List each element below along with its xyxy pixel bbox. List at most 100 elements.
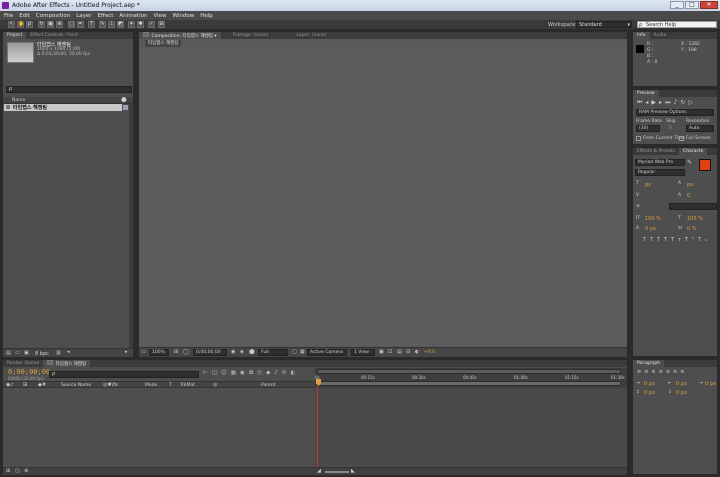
small-caps-icon[interactable]: Tᴛ (671, 237, 685, 243)
space-after-value[interactable]: 0 px (676, 390, 687, 396)
menu-help[interactable]: Help (200, 13, 213, 19)
tab-character[interactable]: Characte (679, 148, 708, 155)
faux-bold-icon[interactable]: T (643, 237, 650, 243)
tab-paragraph[interactable]: Paragraph (633, 360, 665, 367)
camera-dropdown[interactable]: Active Camera (307, 349, 347, 356)
pen-tool-icon[interactable]: ✒ (77, 21, 84, 28)
leading-value[interactable]: px (687, 182, 693, 188)
interpret-footage-icon[interactable]: ▤ (6, 350, 11, 356)
tab-project[interactable]: Project (3, 32, 27, 39)
hand-tool-icon[interactable]: ✋ (17, 21, 24, 28)
ram-preview-options-dropdown[interactable]: RAM Preview Options (636, 109, 714, 116)
pan-behind-tool-icon[interactable]: ⊕ (56, 21, 63, 28)
time-navigator-bar[interactable] (317, 381, 621, 386)
label-column-icon[interactable]: ⬤ (121, 97, 127, 103)
align-right-icon[interactable]: ≡ (651, 369, 658, 375)
tab-effect-controls[interactable]: Effect Controls: Front (26, 32, 81, 39)
column-parent[interactable]: Parent (261, 383, 275, 388)
menu-effect[interactable]: Effect (98, 13, 114, 19)
superscript-icon[interactable]: T¹ (685, 237, 698, 243)
ram-preview-icon[interactable]: ▷ (688, 99, 696, 106)
first-line-indent-value[interactable]: 0 px (705, 381, 716, 387)
stroke-type-dropdown[interactable] (669, 203, 717, 210)
vertical-scale-value[interactable]: 100 % (645, 216, 661, 222)
resolution-dropdown[interactable]: Auto (686, 125, 714, 132)
frame-blending-icon[interactable]: ▦ (231, 370, 240, 376)
skip-value[interactable]: 0 (669, 126, 672, 131)
eyedropper-icon[interactable]: ✎ (687, 159, 692, 166)
lock-column-icon[interactable]: ⊞ (23, 382, 27, 388)
transparency-grid-icon[interactable]: ▦ (300, 349, 305, 355)
label-color-swatch[interactable] (123, 105, 128, 110)
trash-icon[interactable]: ▥ (56, 350, 61, 356)
horizontal-scale-value[interactable]: 100 % (687, 216, 703, 222)
grid-icon[interactable]: ⊞ (174, 349, 178, 355)
maximize-button[interactable]: □ (685, 1, 699, 9)
always-preview-icon[interactable]: ▭ (141, 349, 146, 355)
column-t[interactable]: T (169, 383, 172, 388)
menu-edit[interactable]: Edit (19, 13, 30, 19)
project-scrollbar[interactable] (129, 104, 133, 354)
minimize-button[interactable]: _ (670, 1, 684, 9)
column-source-name[interactable]: Source Name (61, 383, 91, 388)
resolution-dropdown[interactable]: Full (258, 349, 288, 356)
scroll-right-icon[interactable]: ▸ (125, 349, 128, 355)
live-update-icon[interactable]: ⟳ (282, 370, 291, 376)
all-caps-icon[interactable]: TT (657, 237, 671, 243)
project-item-row[interactable]: 타임랩스 해켕팀 (4, 104, 122, 111)
puppet-tool-icon[interactable]: ✱ (137, 21, 144, 28)
reset-exposure-icon[interactable]: ◐ (415, 349, 419, 355)
justify-all-icon[interactable]: ≡ (680, 369, 687, 375)
expand-icon[interactable]: ⊕ (24, 468, 28, 474)
tab-timeline-comp[interactable]: 타임랩스 해켕팀 (43, 360, 91, 367)
tab-layer[interactable]: Layer: (none) (292, 32, 330, 39)
search-help-input[interactable]: ρ Search Help (637, 21, 717, 28)
selection-tool-icon[interactable]: ↖ (8, 21, 15, 28)
new-folder-icon[interactable]: ▭ (15, 350, 20, 356)
from-current-time-checkbox[interactable] (636, 136, 641, 141)
menu-file[interactable]: File (4, 13, 13, 19)
menu-view[interactable]: View (153, 13, 166, 19)
graph-editor-icon[interactable]: ◴ (257, 370, 266, 376)
composition-subtab[interactable]: 타임랩스 해켕팀 (145, 40, 182, 47)
zoom-slider[interactable] (325, 471, 349, 473)
zoom-out-icon[interactable]: ◢ (317, 468, 321, 474)
menu-composition[interactable]: Composition (36, 13, 70, 19)
baseline-shift-value[interactable]: 0 px (645, 226, 656, 232)
timeline-track-area[interactable] (315, 388, 627, 468)
toggle-modes-icon[interactable]: ◫ (15, 468, 20, 474)
full-screen-checkbox[interactable] (679, 136, 684, 141)
label-column-icon[interactable]: ◆# (38, 382, 46, 388)
tab-info[interactable]: Info (633, 32, 650, 39)
bpc-label[interactable]: 8 bpc (35, 351, 49, 357)
av-features-icon[interactable]: ◉♪ (6, 382, 14, 388)
faux-italic-icon[interactable]: T (650, 237, 657, 243)
exposure-value[interactable]: +0.0 (424, 350, 435, 355)
font-size-value[interactable]: px (645, 182, 651, 188)
frame-rate-dropdown[interactable]: (30) (636, 125, 660, 132)
font-family-dropdown[interactable]: Myriad Web Pro (635, 159, 685, 166)
snapshot-icon[interactable]: ◉ (231, 349, 235, 355)
close-button[interactable]: ✕ (700, 1, 718, 9)
switches-column-icon[interactable]: ◎✱\fx (103, 382, 118, 388)
scroll-left-icon[interactable]: ◂ (67, 349, 70, 355)
play-icon[interactable]: ▶ (651, 99, 659, 106)
zoom-in-icon[interactable]: ◣ (351, 468, 355, 474)
mask-visibility-icon[interactable]: ◯ (183, 349, 189, 355)
current-time-display[interactable]: 0;00;00;00 (193, 349, 227, 356)
camera-tool-icon[interactable]: ▣ (47, 21, 54, 28)
time-ruler[interactable]: 0s 00:15s 00:30s 00:45s 01:00s 01:15s 01… (315, 368, 627, 388)
composition-viewer[interactable] (139, 48, 627, 346)
column-trkmat[interactable]: TrkMat (180, 383, 195, 388)
timeline-toggle-icon[interactable]: ▤ (397, 349, 402, 355)
menu-window[interactable]: Window (173, 13, 195, 19)
region-of-interest-icon[interactable]: ▢ (292, 349, 297, 355)
eraser-tool-icon[interactable]: ◩ (117, 21, 124, 28)
fill-color-swatch[interactable] (699, 159, 711, 171)
zoom-dropdown[interactable]: 100% (149, 349, 169, 356)
font-style-dropdown[interactable]: Regular (635, 169, 685, 176)
rotate-tool-icon[interactable]: ↻ (38, 21, 45, 28)
views-dropdown[interactable]: 1 View (351, 349, 375, 356)
snap-tool-icon[interactable]: ⊞ (158, 21, 165, 28)
comp-mini-flowchart-icon[interactable]: ⊢ (203, 370, 212, 376)
